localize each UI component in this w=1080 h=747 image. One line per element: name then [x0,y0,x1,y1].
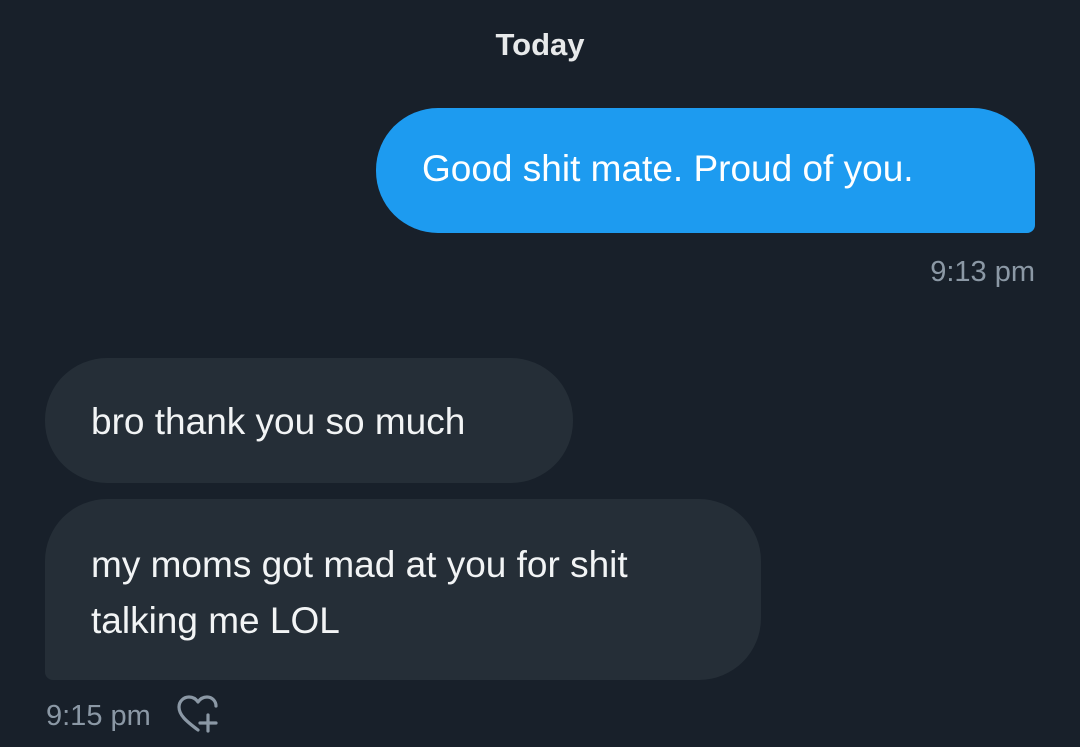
heart-plus-icon [177,695,218,733]
message-text: Good shit mate. Proud of you. [422,148,914,189]
chat-screen: Today Good shit mate. Proud of you. 9:13… [0,0,1080,747]
date-divider: Today [495,27,585,62]
outgoing-message-bubble[interactable]: Good shit mate. Proud of you. [376,108,1035,233]
message-timestamp: 9:15 pm [46,700,151,732]
incoming-message-bubble[interactable]: my moms got mad at you for shit talking … [45,499,761,680]
message-text: my moms got mad at you for shit talking … [91,544,628,641]
add-reaction-button[interactable] [176,694,222,736]
message-text: bro thank you so much [91,401,466,442]
incoming-message-bubble[interactable]: bro thank you so much [45,358,573,483]
message-timestamp: 9:13 pm [930,256,1035,288]
